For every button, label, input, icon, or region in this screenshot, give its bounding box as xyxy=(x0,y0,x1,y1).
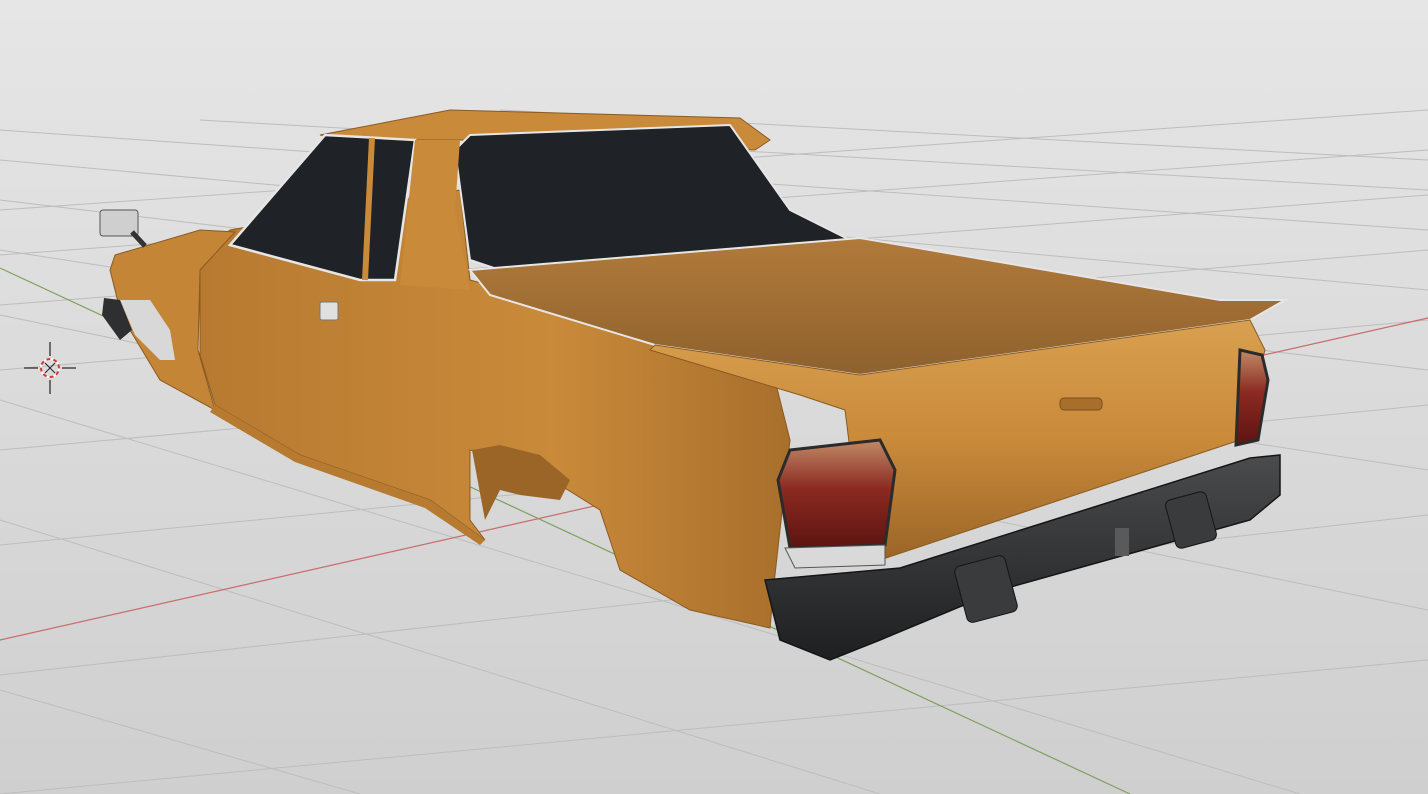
door-handle xyxy=(319,301,339,321)
3d-viewport[interactable] xyxy=(0,0,1428,794)
left-taillight xyxy=(776,438,897,550)
scene-canvas[interactable] xyxy=(0,0,1428,794)
right-taillight xyxy=(1234,348,1270,447)
tailgate-handle xyxy=(1059,397,1103,411)
3d-cursor-icon[interactable] xyxy=(24,342,76,394)
